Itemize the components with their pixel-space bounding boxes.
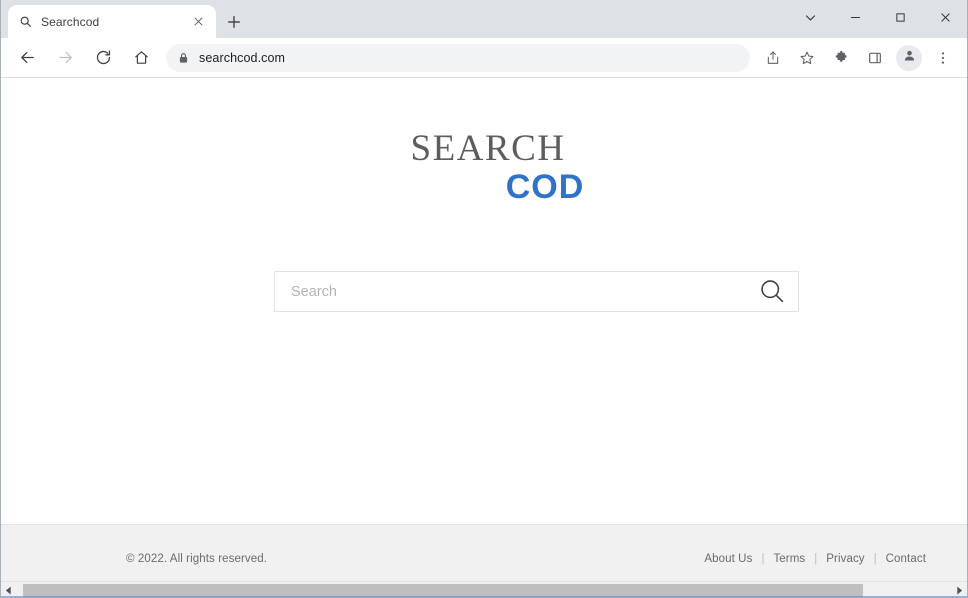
browser-window: Searchcod searchcod.com SEARCH COD Searc… [0,0,968,598]
footer-separator: | [873,553,877,565]
site-logo: SEARCH COD [0,130,968,204]
maximize-button[interactable] [878,0,923,34]
avatar-icon [902,48,917,68]
searchcod-page: SEARCH COD [0,78,968,524]
search-box[interactable] [274,271,799,312]
three-dots-icon [935,50,951,66]
arrow-left-icon [19,49,36,66]
window-border-left [0,0,1,598]
lock-icon [178,52,189,64]
tab-strip: Searchcod [0,0,968,38]
home-icon [133,49,150,66]
profile-button[interactable] [896,44,922,71]
address-bar[interactable]: searchcod.com [166,43,750,72]
page-viewport: SEARCH COD Search © 2022. All rights res… [0,78,968,598]
footer-link-contact[interactable]: Contact [886,553,926,565]
side-panel-icon [867,50,883,66]
logo-text-search: SEARCH [410,128,566,169]
back-button[interactable] [13,44,41,72]
footer-links: About Us | Terms | Privacy | Contact [704,553,926,565]
copyright-text: © 2022. All rights reserved. [126,553,268,565]
search-icon [758,277,787,306]
arrow-right-icon [57,49,74,66]
extensions-button[interactable] [827,44,855,72]
new-tab-button[interactable] [220,8,248,36]
reload-button[interactable] [89,44,117,72]
search-icon [17,14,33,30]
share-button[interactable] [759,44,787,72]
side-panel-button[interactable] [861,44,889,72]
screen: Searchcod searchcod.com SEARCH COD Searc… [0,0,968,598]
footer-link-about-us[interactable]: About Us [704,553,752,565]
browser-toolbar: searchcod.com [0,38,968,78]
forward-button[interactable] [51,44,79,72]
tab-search-button[interactable] [788,0,833,34]
reload-icon [95,49,112,66]
share-icon [765,50,781,66]
bookmark-button[interactable] [793,44,821,72]
window-controls [788,0,968,34]
footer-separator: | [761,553,765,565]
chrome-menu-button[interactable] [929,44,957,72]
minimize-button[interactable] [833,0,878,34]
home-button[interactable] [127,44,155,72]
tab-close-icon[interactable] [189,13,207,31]
search-submit-button[interactable] [746,272,798,311]
puzzle-icon [833,50,849,66]
search-input[interactable] [275,272,746,311]
address-bar-url: searchcod.com [199,50,286,65]
footer-link-terms[interactable]: Terms [773,553,805,565]
logo-text-cod: COD [505,168,585,206]
star-icon [799,50,815,66]
close-window-button[interactable] [923,0,968,34]
footer-link-privacy[interactable]: Privacy [826,553,864,565]
browser-tab-searchcod[interactable]: Searchcod [8,5,216,38]
tab-title: Searchcod [41,14,100,29]
footer-separator: | [814,553,818,565]
